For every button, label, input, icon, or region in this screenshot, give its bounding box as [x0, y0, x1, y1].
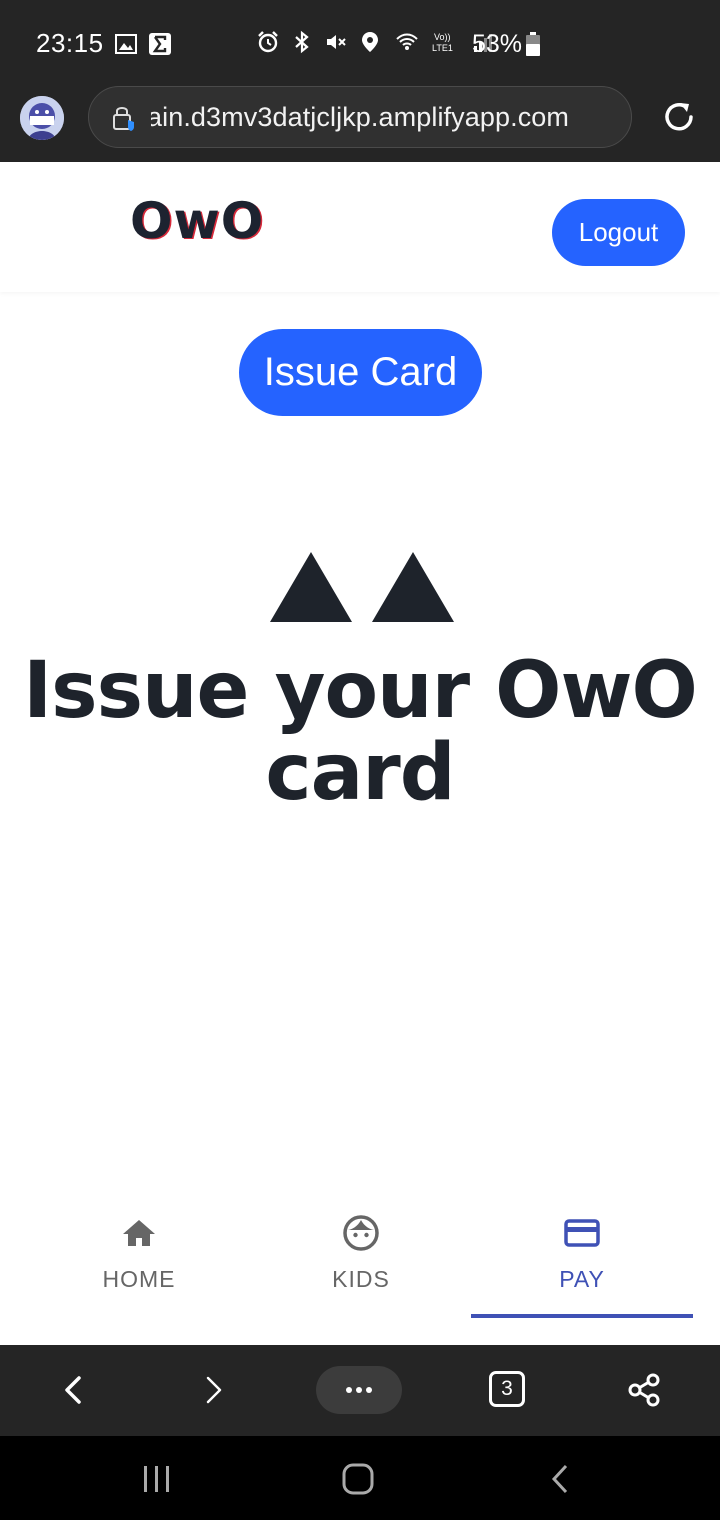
face-icon: [343, 1215, 379, 1251]
nav-item-home[interactable]: HOME: [28, 1196, 250, 1320]
more-dots-icon: [346, 1387, 372, 1393]
nav-label-kids: KIDS: [332, 1266, 390, 1292]
more-menu-button[interactable]: [316, 1366, 402, 1414]
app-logo[interactable]: OwO: [130, 192, 264, 250]
nav-label-home: HOME: [102, 1266, 176, 1292]
alarm-icon: [258, 31, 278, 53]
home-icon: [123, 1220, 155, 1246]
share-icon[interactable]: [626, 1372, 662, 1408]
tabs-button[interactable]: 3: [489, 1371, 525, 1407]
back-icon[interactable]: [56, 1372, 92, 1408]
hero-title: Issue your OwO card: [23, 646, 698, 818]
reload-icon[interactable]: [660, 98, 698, 136]
issue-card-button[interactable]: Issue Card: [239, 329, 482, 416]
system-back-icon[interactable]: [548, 1464, 572, 1494]
system-navigation-bar: [0, 1436, 720, 1520]
wifi-icon: [396, 33, 418, 50]
volte-icon: Vo))LTE1: [432, 32, 453, 53]
nav-item-kids[interactable]: KIDS: [250, 1196, 472, 1320]
nav-item-pay[interactable]: PAY: [471, 1196, 693, 1320]
sigma-icon: [149, 33, 171, 55]
ears-icon: [270, 552, 454, 622]
battery-icon: [526, 32, 540, 56]
status-time: 23:15: [36, 28, 104, 58]
browser-address-bar: ain.d3mv3datjcljkp.amplifyapp.com: [0, 72, 720, 162]
forward-icon[interactable]: [195, 1372, 231, 1408]
url-field[interactable]: ain.d3mv3datjcljkp.amplifyapp.com: [88, 86, 632, 148]
svg-text:Vo)): Vo)): [434, 32, 451, 42]
home-button-icon[interactable]: [341, 1462, 375, 1496]
location-icon: [362, 32, 378, 52]
bottom-navigation: HOME KIDS PAY: [0, 1196, 720, 1320]
battery-percent: 53%: [472, 30, 523, 58]
nav-active-indicator: [471, 1314, 693, 1318]
avatar-icon: [20, 96, 64, 140]
browser-toolbar: 3: [0, 1345, 720, 1436]
recent-apps-icon[interactable]: [142, 1464, 172, 1494]
svg-text:LTE1: LTE1: [432, 43, 453, 53]
lock-icon[interactable]: [109, 103, 139, 133]
nav-label-pay: PAY: [559, 1266, 605, 1292]
app-header: OwO Logout: [0, 162, 720, 292]
status-bar: 23:15 Vo)) LTE1 53%: [0, 0, 720, 72]
bluetooth-icon: [295, 30, 309, 54]
credit-card-icon: [564, 1219, 600, 1247]
screen: 23:15 Vo)) LTE1 53% ain.d3mv3datjcljkp.am…: [0, 0, 720, 1520]
gallery-icon: [115, 34, 137, 54]
mute-icon: [327, 35, 346, 49]
logout-button[interactable]: Logout: [552, 199, 685, 266]
url-text: ain.d3mv3datjcljkp.amplifyapp.com: [151, 102, 569, 132]
profile-avatar[interactable]: [20, 96, 64, 140]
